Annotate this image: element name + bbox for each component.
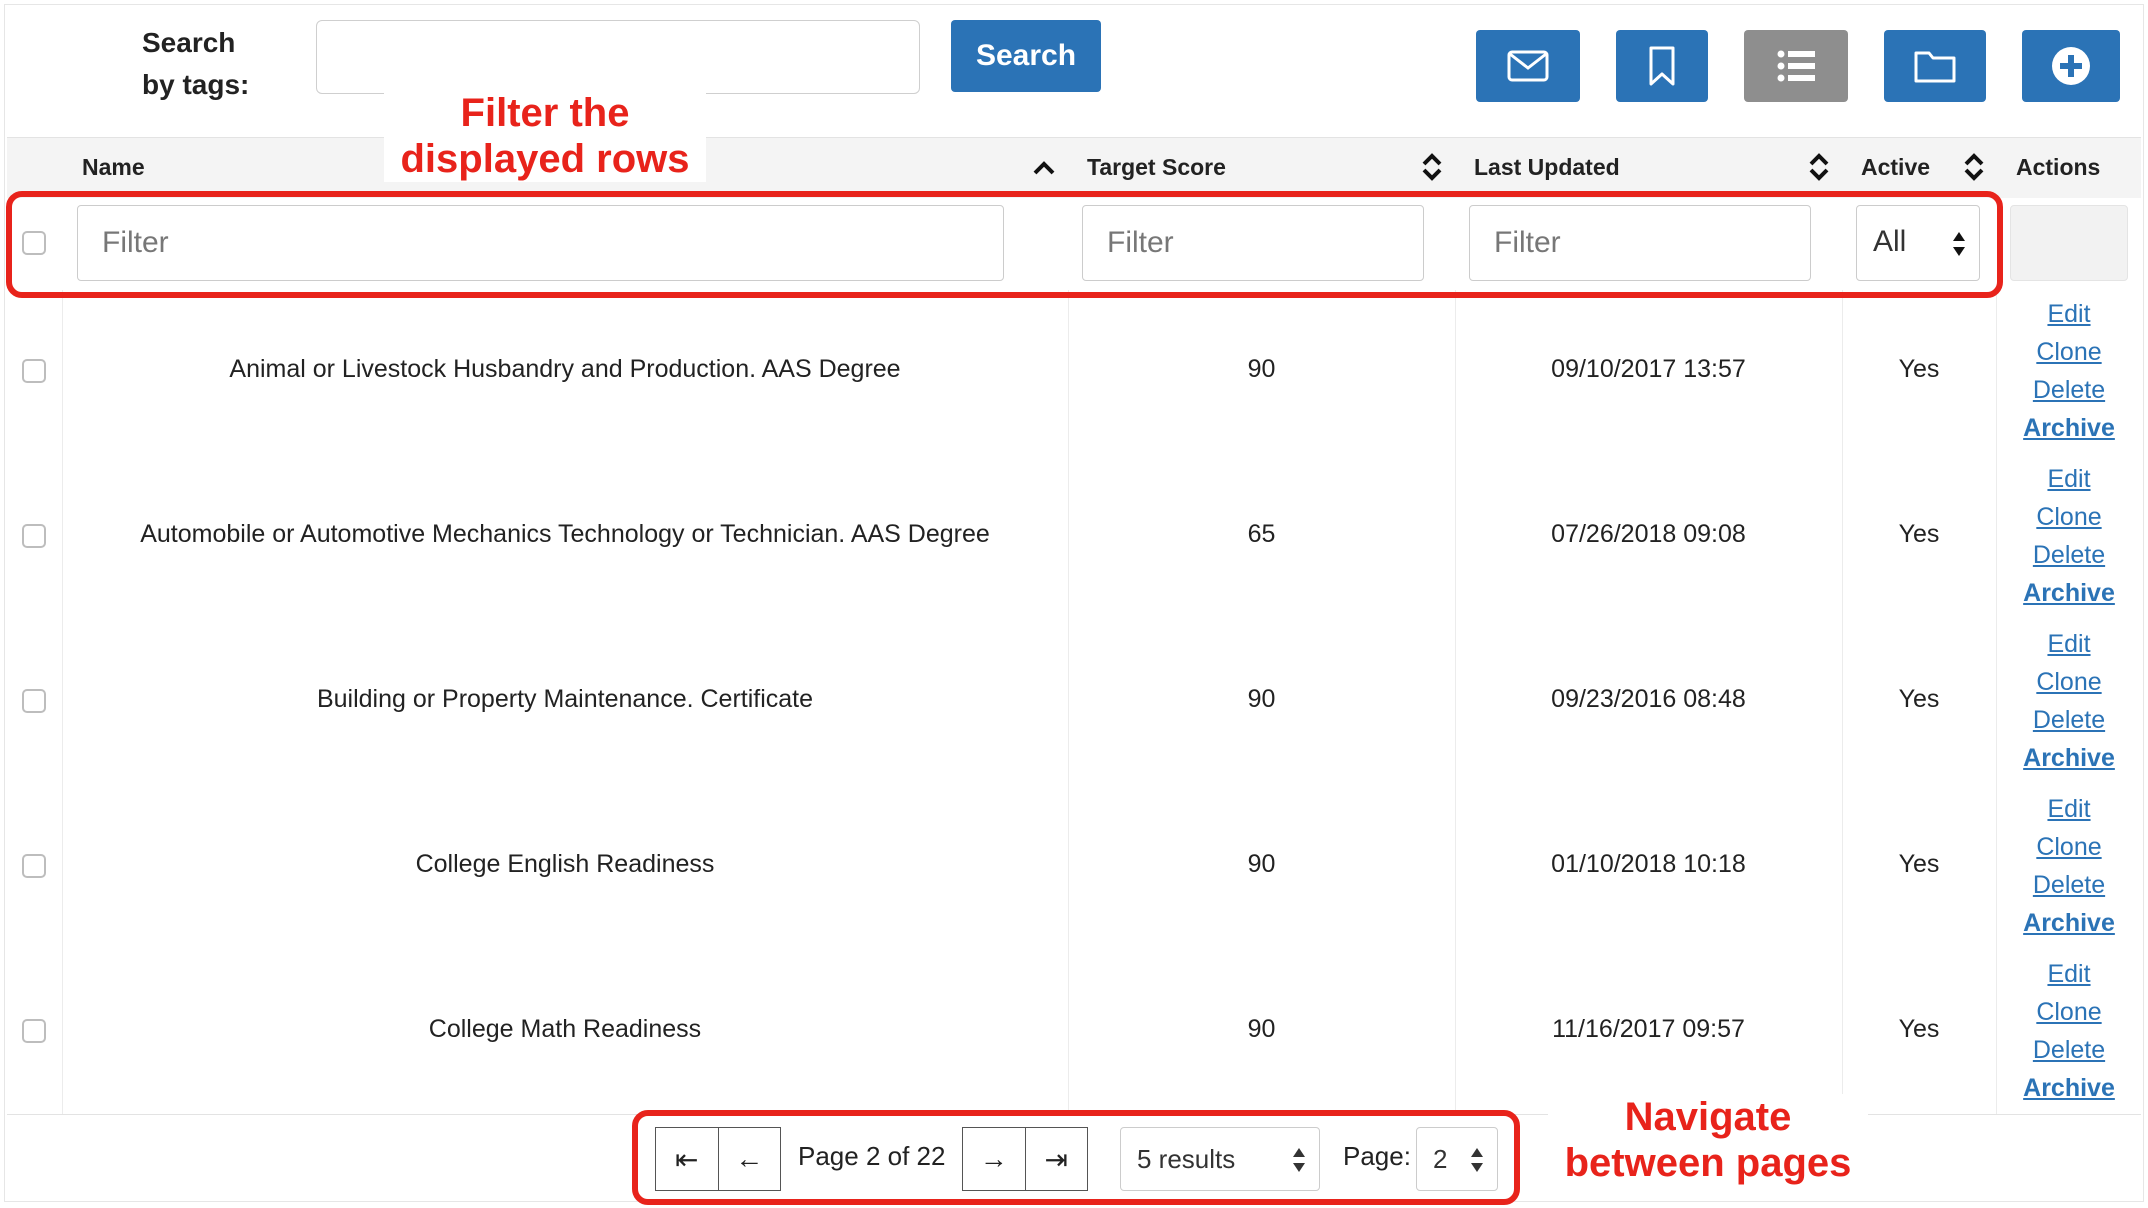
- row-target-score: 65: [1247, 520, 1276, 548]
- archive-link[interactable]: Archive: [2010, 414, 2128, 443]
- list-icon: [1777, 50, 1815, 82]
- row-active: Yes: [1898, 685, 1940, 713]
- row-last-updated: 09/10/2017 13:57: [1551, 355, 1746, 383]
- bookmark-button[interactable]: [1616, 30, 1708, 102]
- row-last-updated: 09/23/2016 08:48: [1551, 685, 1746, 713]
- bookmark-icon: [1649, 46, 1675, 86]
- column-divider: [1996, 290, 1997, 1115]
- row-checkbox[interactable]: [22, 359, 46, 383]
- folder-icon: [1914, 51, 1956, 83]
- clone-link[interactable]: Clone: [2010, 833, 2128, 862]
- archive-link[interactable]: Archive: [2010, 744, 2128, 773]
- search-tags-label: Search by tags:: [142, 27, 250, 100]
- column-header-name[interactable]: Name: [82, 137, 145, 197]
- delete-link[interactable]: Delete: [2010, 541, 2128, 570]
- row-name: College Math Readiness: [428, 1015, 702, 1043]
- edit-link[interactable]: Edit: [2010, 465, 2128, 494]
- clone-link[interactable]: Clone: [2010, 338, 2128, 367]
- pagination-annotation-label: Navigate between pages: [1548, 1094, 1868, 1186]
- column-header-last-updated[interactable]: Last Updated: [1474, 137, 1620, 197]
- row-name: College English Readiness: [415, 850, 715, 878]
- column-header-actions: Actions: [2016, 154, 2101, 180]
- filter-annotation-box: [6, 191, 2003, 298]
- delete-link[interactable]: Delete: [2010, 871, 2128, 900]
- edit-link[interactable]: Edit: [2010, 630, 2128, 659]
- column-header-active[interactable]: Active: [1861, 137, 1930, 197]
- archive-link[interactable]: Archive: [2010, 579, 2128, 608]
- delete-link[interactable]: Delete: [2010, 376, 2128, 405]
- actions-filter-cell: [2010, 205, 2128, 281]
- row-target-score: 90: [1247, 850, 1276, 878]
- search-button[interactable]: Search: [951, 20, 1101, 92]
- row-name: Building or Property Maintenance. Certif…: [316, 685, 814, 713]
- row-checkbox[interactable]: [22, 689, 46, 713]
- edit-link[interactable]: Edit: [2010, 300, 2128, 329]
- row-checkbox[interactable]: [22, 1019, 46, 1043]
- delete-link[interactable]: Delete: [2010, 1036, 2128, 1065]
- row-active: Yes: [1898, 355, 1940, 383]
- plus-circle-icon: [2052, 47, 2090, 85]
- row-last-updated: 11/16/2017 09:57: [1552, 1015, 1745, 1043]
- folder-button[interactable]: [1884, 30, 1986, 102]
- sort-asc-icon[interactable]: [1032, 151, 1056, 183]
- row-name: Automobile or Automotive Mechanics Techn…: [140, 520, 990, 548]
- sort-both-icon[interactable]: [1420, 151, 1444, 183]
- edit-link[interactable]: Edit: [2010, 795, 2128, 824]
- sort-both-icon[interactable]: [1962, 151, 1986, 183]
- filter-annotation-label: Filter the displayed rows: [384, 90, 706, 182]
- row-target-score: 90: [1247, 1015, 1276, 1043]
- archive-link[interactable]: Archive: [2010, 909, 2128, 938]
- mail-button[interactable]: [1476, 30, 1580, 102]
- sort-both-icon[interactable]: [1807, 151, 1831, 183]
- archive-link[interactable]: Archive: [2010, 1074, 2128, 1103]
- row-active: Yes: [1898, 520, 1940, 548]
- delete-link[interactable]: Delete: [2010, 706, 2128, 735]
- mail-icon: [1507, 50, 1549, 82]
- row-name: Animal or Livestock Husbandry and Produc…: [229, 355, 901, 383]
- row-last-updated: 01/10/2018 10:18: [1551, 850, 1746, 878]
- clone-link[interactable]: Clone: [2010, 998, 2128, 1027]
- pagination-annotation-box: [632, 1110, 1520, 1205]
- add-button[interactable]: [2022, 30, 2120, 102]
- row-active: Yes: [1898, 1015, 1940, 1043]
- clone-link[interactable]: Clone: [2010, 503, 2128, 532]
- column-header-target-score[interactable]: Target Score: [1087, 137, 1226, 197]
- row-target-score: 90: [1247, 685, 1276, 713]
- row-checkbox[interactable]: [22, 524, 46, 548]
- row-target-score: 90: [1247, 355, 1276, 383]
- row-last-updated: 07/26/2018 09:08: [1551, 520, 1746, 548]
- edit-link[interactable]: Edit: [2010, 960, 2128, 989]
- list-button[interactable]: [1744, 30, 1848, 102]
- row-active: Yes: [1898, 850, 1940, 878]
- search-tags-input[interactable]: [316, 20, 920, 94]
- row-checkbox[interactable]: [22, 854, 46, 878]
- clone-link[interactable]: Clone: [2010, 668, 2128, 697]
